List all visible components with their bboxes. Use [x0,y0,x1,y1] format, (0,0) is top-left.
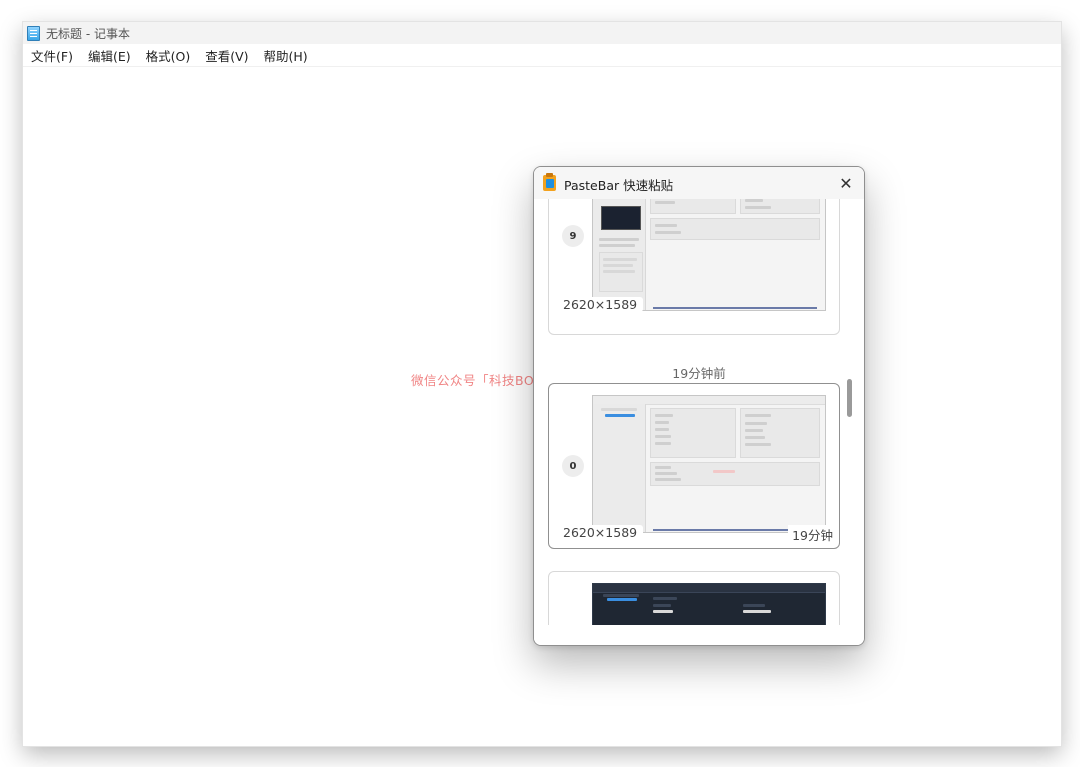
notepad-icon [27,25,40,41]
window-title: 无标题 - 记事本 [46,26,130,41]
clip-thumbnail [592,199,826,311]
clip-index-badge: 9 [562,225,584,247]
clip-thumbnail [592,583,826,625]
menu-file[interactable]: 文件(F) [31,46,73,65]
clip-dimensions: 2620×1589 [557,525,644,540]
menu-edit[interactable]: 编辑(E) [88,46,131,65]
pastebar-titlebar: PasteBar 快速粘贴 ✕ [534,167,864,199]
clip-card-9[interactable]: 9 2620×1589 [548,199,840,335]
close-icon[interactable]: ✕ [834,171,858,195]
menu-format[interactable]: 格式(O) [146,46,191,65]
clip-card-next[interactable] [548,571,840,625]
menu-view[interactable]: 查看(V) [205,46,248,65]
pastebar-window: PasteBar 快速粘贴 ✕ 9 2620×1589 19分钟前 0 2620… [533,166,865,646]
clip-dimensions: 2620×1589 [557,297,644,312]
pastebar-footer [534,625,864,645]
clip-thumbnail [592,395,826,533]
scrollbar-thumb[interactable] [847,379,852,417]
clip-timestamp: 19分钟 [788,525,833,544]
clip-list[interactable]: 9 2620×1589 19分钟前 0 2620×1589 19分钟 [534,199,864,625]
menu-bar: 文件(F) 编辑(E) 格式(O) 查看(V) 帮助(H) [23,44,1061,67]
clip-index-badge: 0 [562,455,584,477]
pastebar-title: PasteBar 快速粘贴 [564,178,674,193]
pastebar-clipboard-icon [543,173,556,191]
menu-help[interactable]: 帮助(H) [264,46,308,65]
group-timestamp: 19分钟前 [672,366,726,381]
notepad-titlebar: 无标题 - 记事本 [23,22,1061,44]
clip-card-0[interactable]: 0 2620×1589 19分钟 [548,383,840,549]
